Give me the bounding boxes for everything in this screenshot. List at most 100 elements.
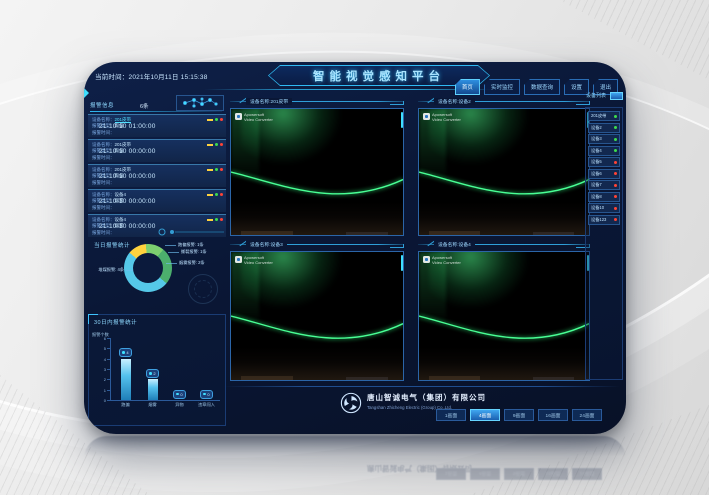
bar-group: 0违章闯入 bbox=[195, 338, 219, 400]
bar-category-label: 跑偏 bbox=[121, 402, 129, 408]
status-indicators bbox=[207, 218, 223, 221]
y-tick-label: 4 bbox=[96, 357, 106, 362]
screen-split-button[interactable]: 9画面 bbox=[504, 409, 534, 421]
alarm-card[interactable]: 设备名称：201皮带报警类型：跑偏报警时间：21-10-10 00:00:00 bbox=[88, 139, 226, 162]
y-tick-mark bbox=[107, 359, 110, 360]
donut-label: 堆煤报警: 4条 bbox=[84, 267, 124, 273]
header-step bbox=[390, 244, 404, 248]
video-panel-title: 设备名称:201皮带 bbox=[246, 98, 292, 105]
bar-group: 2烟雾 bbox=[141, 338, 165, 400]
device-list-item[interactable]: 设备5 bbox=[588, 157, 620, 167]
machinery-silhouette bbox=[231, 347, 403, 380]
device-list-item[interactable]: 设备7 bbox=[588, 180, 620, 190]
screen-split-button[interactable]: 16画面 bbox=[538, 409, 568, 421]
screen-split-button[interactable]: 24画面 bbox=[572, 409, 602, 421]
video-feed[interactable]: ApowersoftVideo Converter bbox=[418, 251, 590, 381]
bar-value-badge: 2 bbox=[146, 369, 159, 378]
device-list-item[interactable]: 201皮带 bbox=[588, 111, 620, 121]
alarm-card[interactable]: 设备名称：201皮带报警类型：跑偏报警时间：21-10-10 01:00:00 bbox=[88, 114, 226, 137]
video-panel-header: 设备名称:设备2 bbox=[418, 97, 590, 107]
video-panel-title: 设备名称:设备3 bbox=[246, 241, 287, 248]
video-panel[interactable]: 设备名称:设备4 ApowersoftVideo Converter bbox=[418, 240, 590, 381]
video-panel[interactable]: 设备名称:设备2 ApowersoftVideo Converter bbox=[418, 97, 590, 236]
alarm-card[interactable]: 设备名称：201皮带报警类型：跑偏报警时间：21-10-10 00:00:00 bbox=[88, 164, 226, 187]
alarm-card[interactable]: 设备名称：设备4报警类型：烟雾报警时间：21-10-10 00:00:00 bbox=[88, 189, 226, 212]
video-feed[interactable]: ApowersoftVideo Converter bbox=[418, 108, 590, 236]
bar-chart: 4跑偏2烟雾0异物0违章闯入 bbox=[112, 338, 220, 400]
y-tick-label: 1 bbox=[96, 388, 106, 393]
company-name-cn: 唐山智诚电气（集团）有限公司 bbox=[367, 392, 486, 403]
company-info: 唐山智诚电气（集团）有限公司 Tangshan Zhicheng Electri… bbox=[367, 392, 486, 410]
reflection-button: 9画面 bbox=[504, 468, 534, 480]
y-tick-label: 2 bbox=[96, 377, 106, 382]
video-panel-title: 设备名称:设备2 bbox=[434, 98, 475, 105]
watermark: ApowersoftVideo Converter bbox=[235, 113, 273, 122]
reflection-button: 24画面 bbox=[572, 468, 602, 480]
monthly-stats-title: 30日内报警统计 bbox=[94, 318, 137, 326]
device-list-item[interactable]: 设备4 bbox=[588, 146, 620, 156]
bar-value-badge: 4 bbox=[119, 348, 132, 357]
alarm-time: 报警时间：21-10-10 00:00:00 bbox=[92, 180, 222, 186]
bar-value-badge: 0 bbox=[173, 390, 186, 399]
watermark-text: ApowersoftVideo Converter bbox=[432, 256, 461, 265]
bar-category-label: 烟雾 bbox=[148, 402, 156, 408]
divider bbox=[90, 111, 222, 112]
machinery-silhouette bbox=[419, 202, 589, 235]
company-logo bbox=[340, 392, 362, 414]
watermark: ApowersoftVideo Converter bbox=[235, 256, 273, 265]
video-scrollbar-thumb[interactable] bbox=[401, 112, 404, 128]
video-feed[interactable]: ApowersoftVideo Converter bbox=[230, 251, 404, 381]
y-tick-label: 3 bbox=[96, 367, 106, 372]
reflection-button: 16画面 bbox=[538, 468, 568, 480]
watermark-text: ApowersoftVideo Converter bbox=[244, 113, 273, 122]
bar-group: 4跑偏 bbox=[114, 338, 138, 400]
donut-label: 跑偏报警: 1条 bbox=[178, 242, 204, 248]
bar-category-label: 异物 bbox=[175, 402, 183, 408]
alarm-time: 报警时间：21-10-10 01:00:00 bbox=[92, 130, 222, 136]
device-list-item[interactable]: 设备2 bbox=[588, 123, 620, 133]
bar-group: 0异物 bbox=[168, 338, 192, 400]
status-indicators bbox=[207, 118, 223, 121]
machinery-silhouette bbox=[419, 347, 589, 380]
device-list-item[interactable]: 设备10 bbox=[588, 203, 620, 213]
video-panel-title: 设备名称:设备4 bbox=[434, 241, 475, 248]
device-list-title: 设备列表 bbox=[586, 92, 606, 99]
video-panel[interactable]: 设备名称:设备3 ApowersoftVideo Converter bbox=[230, 240, 404, 381]
donut-label: 烟雾报警: 2条 bbox=[179, 260, 205, 266]
screen-split-button[interactable]: 4画面 bbox=[470, 409, 500, 421]
machinery-silhouette bbox=[231, 202, 403, 235]
video-scrollbar-thumb[interactable] bbox=[401, 255, 404, 271]
network-icon bbox=[176, 95, 224, 111]
watermark-text: ApowersoftVideo Converter bbox=[244, 256, 273, 265]
y-tick-label: 6 bbox=[96, 336, 106, 341]
device-list-toggle-button[interactable] bbox=[610, 92, 623, 100]
video-panel-header: 设备名称:设备3 bbox=[230, 240, 404, 250]
device-list-item[interactable]: 设备8 bbox=[588, 192, 620, 202]
daily-stats-title: 当日报警统计 bbox=[94, 241, 130, 249]
watermark-text: ApowersoftVideo Converter bbox=[432, 113, 461, 122]
video-panel-header: 设备名称:设备4 bbox=[418, 240, 590, 250]
bar bbox=[148, 379, 158, 400]
watermark: ApowersoftVideo Converter bbox=[423, 113, 461, 122]
nav-button[interactable]: 数据查询 bbox=[524, 79, 560, 95]
device-list-item[interactable]: 设备6 bbox=[588, 169, 620, 179]
device-list-item[interactable]: 设备3 bbox=[588, 134, 620, 144]
y-tick-mark bbox=[107, 390, 110, 391]
y-tick-mark bbox=[107, 338, 110, 339]
watermark-icon bbox=[235, 256, 242, 263]
device-list-item[interactable]: 设备123 bbox=[588, 215, 620, 225]
header-step bbox=[390, 101, 404, 105]
header-step bbox=[576, 101, 590, 105]
video-feed[interactable]: ApowersoftVideo Converter bbox=[230, 108, 404, 236]
divider bbox=[224, 386, 620, 387]
status-indicators bbox=[207, 143, 223, 146]
nav-button[interactable]: 首页 bbox=[455, 79, 480, 95]
screen-split-button[interactable]: 1画面 bbox=[436, 409, 466, 421]
nav-button[interactable]: 实时监控 bbox=[484, 79, 520, 95]
y-tick-mark bbox=[107, 379, 110, 380]
video-panel[interactable]: 设备名称:201皮带 ApowersoftVideo Converter bbox=[230, 97, 404, 236]
bar-value-badge: 0 bbox=[200, 390, 213, 399]
status-indicators bbox=[207, 193, 223, 196]
bar-category-label: 违章闯入 bbox=[198, 402, 215, 408]
donut-label: 撕裂报警: 1条 bbox=[181, 249, 207, 255]
